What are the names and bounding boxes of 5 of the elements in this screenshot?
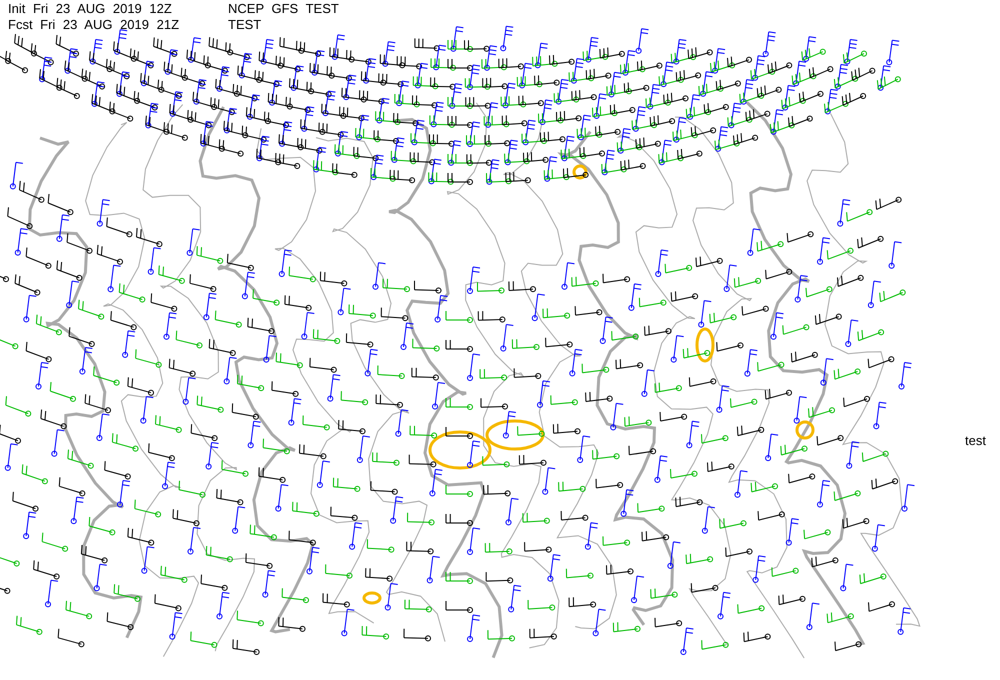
forecast-time-label: Init Fri 23 AUG 2019 12Z bbox=[8, 1, 173, 17]
plot-label: test bbox=[965, 433, 986, 448]
model-label: TEST bbox=[228, 17, 262, 33]
forecast-time-label: Fcst Fri 23 AUG 2019 21Z bbox=[8, 17, 180, 33]
model-label: NCEP GFS TEST bbox=[228, 1, 339, 17]
